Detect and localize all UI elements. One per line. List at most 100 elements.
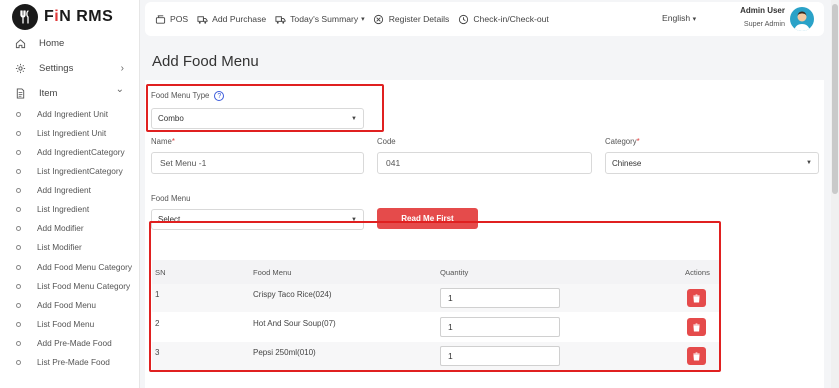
sidebar-item-add-ingredient-category[interactable]: Add IngredientCategory (0, 143, 140, 161)
add-purchase-label: Add Purchase (212, 14, 267, 24)
delete-row-button[interactable] (687, 347, 706, 365)
sidebar-item-label: List Food Menu Category (37, 281, 131, 291)
food-menu-placeholder: Select (158, 215, 181, 224)
truck-icon (196, 13, 208, 25)
app-logo[interactable]: FiN RMS (12, 3, 113, 31)
sidebar-item-home[interactable]: Home (0, 32, 140, 54)
row-food-menu: Crispy Taco Rice(024) (253, 290, 332, 299)
scrollbar-thumb[interactable] (832, 4, 838, 194)
avatar[interactable] (790, 7, 814, 31)
register-details-link[interactable]: Register Details (373, 13, 450, 25)
sidebar-item-label: Add Pre-Made Food (37, 338, 112, 348)
table-row: 1 Crispy Taco Rice(024) 1 (152, 284, 720, 312)
sidebar-item-label: List Ingredient (37, 204, 90, 214)
food-menu-type-value: Combo (158, 114, 184, 123)
chevron-right-icon: › (120, 62, 124, 74)
name-label: Name* (151, 137, 175, 146)
table-header: SN Food Menu Quantity Actions (152, 260, 720, 284)
home-icon (14, 37, 26, 49)
read-me-first-button[interactable]: Read Me First (377, 208, 478, 229)
food-menu-type-select[interactable]: Combo ▼ (151, 108, 364, 129)
code-label: Code (377, 137, 396, 146)
row-sn: 2 (155, 319, 160, 328)
language-selector[interactable]: English ▾ (662, 13, 696, 23)
delete-row-button[interactable] (687, 289, 706, 307)
sidebar-item-label: List Modifier (37, 242, 82, 252)
code-input[interactable]: 041 (377, 152, 592, 174)
sidebar-item-add-ingredient[interactable]: Add Ingredient (0, 181, 140, 199)
sidebar-item-item[interactable]: Item ⌄ (0, 82, 140, 104)
sidebar-item-label: Add Food Menu Category (37, 262, 133, 272)
sidebar-item-list-ingredient[interactable]: List Ingredient (0, 200, 140, 218)
sidebar-item-add-pre-made-food[interactable]: Add Pre-Made Food (0, 334, 140, 352)
register-details-label: Register Details (388, 14, 450, 24)
sidebar-item-add-food-menu-category[interactable]: Add Food Menu Category (0, 258, 140, 276)
category-label: Category* (605, 137, 640, 146)
check-in-out-link[interactable]: Check-in/Check-out (457, 13, 549, 25)
sidebar-item-label: Add Modifier (37, 223, 84, 233)
sidebar-item-list-modifier[interactable]: List Modifier (0, 238, 140, 256)
user-menu[interactable]: Admin User Super Admin (739, 6, 785, 28)
scrollbar[interactable] (831, 0, 839, 388)
bullet-icon (16, 321, 21, 327)
delete-row-button[interactable] (687, 318, 706, 336)
sidebar-item-add-ingredient-unit[interactable]: Add Ingredient Unit (0, 105, 140, 123)
name-input[interactable]: Set Menu -1 (151, 152, 364, 174)
row-sn: 1 (155, 290, 160, 299)
sidebar-item-list-food-menu-category[interactable]: List Food Menu Category (0, 277, 140, 295)
select-arrow-icon: ▼ (351, 216, 357, 223)
column-header-food-menu: Food Menu (253, 268, 292, 277)
sidebar-item-settings[interactable]: Settings › (0, 57, 140, 79)
pos-label: POS (170, 14, 189, 24)
close-circle-icon (373, 13, 385, 25)
select-arrow-icon: ▼ (351, 115, 357, 122)
table-row: 2 Hot And Sour Soup(07) 1 (152, 313, 720, 341)
bullet-icon (16, 130, 21, 136)
quantity-input[interactable]: 1 (440, 346, 560, 366)
help-icon[interactable]: ? (214, 91, 225, 101)
row-food-menu: Pepsi 250ml(010) (253, 348, 316, 357)
select-arrow-icon: ▼ (806, 160, 812, 166)
sidebar-item-list-food-menu[interactable]: List Food Menu (0, 315, 140, 333)
top-navbar: POS Add Purchase Today's Summary ▾ Regis… (145, 2, 824, 36)
sidebar-item-label: Add Ingredient Unit (37, 109, 109, 119)
sidebar-item-list-pre-made-food[interactable]: List Pre-Made Food (0, 353, 140, 371)
bullet-icon (16, 283, 21, 289)
pos-icon (154, 13, 166, 25)
user-name: Admin User (740, 6, 785, 15)
row-sn: 3 (155, 348, 160, 357)
language-label: English (662, 13, 691, 23)
sidebar-item-label: Home (39, 37, 65, 49)
user-role: Super Admin (743, 19, 785, 28)
pos-link[interactable]: POS (154, 13, 188, 25)
category-select[interactable]: Chinese ▼ (605, 152, 819, 174)
trash-icon (693, 352, 700, 360)
truck-icon (274, 13, 286, 25)
column-header-quantity: Quantity (440, 268, 469, 277)
bullet-icon (16, 359, 21, 365)
caret-down-icon: ▾ (692, 16, 697, 23)
sidebar-item-label: Add IngredientCategory (37, 147, 125, 157)
bullet-icon (16, 225, 21, 231)
check-in-out-label: Check-in/Check-out (473, 14, 549, 24)
category-value: Chinese (612, 158, 642, 168)
bullet-icon (16, 168, 21, 174)
column-header-actions: Actions (685, 268, 710, 277)
quantity-input[interactable]: 1 (440, 317, 560, 337)
logo-text: FiN RMS (44, 8, 114, 25)
sidebar-item-label: List IngredientCategory (37, 166, 123, 176)
todays-summary-label: Today's Summary (290, 14, 359, 24)
bullet-icon (16, 340, 21, 346)
bullet-icon (16, 264, 21, 270)
sidebar-item-add-modifier[interactable]: Add Modifier (0, 219, 140, 237)
quantity-input[interactable]: 1 (440, 288, 560, 308)
logo-icon (12, 4, 38, 30)
document-icon (14, 87, 26, 99)
add-purchase-link[interactable]: Add Purchase (196, 13, 266, 25)
food-menu-select[interactable]: Select ▼ (151, 209, 364, 230)
todays-summary-dropdown[interactable]: Today's Summary ▾ (274, 13, 365, 25)
sidebar-item-list-ingredient-unit[interactable]: List Ingredient Unit (0, 124, 140, 142)
sidebar-item-label: Item (39, 87, 58, 99)
sidebar-item-list-ingredient-category[interactable]: List IngredientCategory (0, 162, 140, 180)
sidebar-item-add-food-menu[interactable]: Add Food Menu (0, 296, 140, 314)
